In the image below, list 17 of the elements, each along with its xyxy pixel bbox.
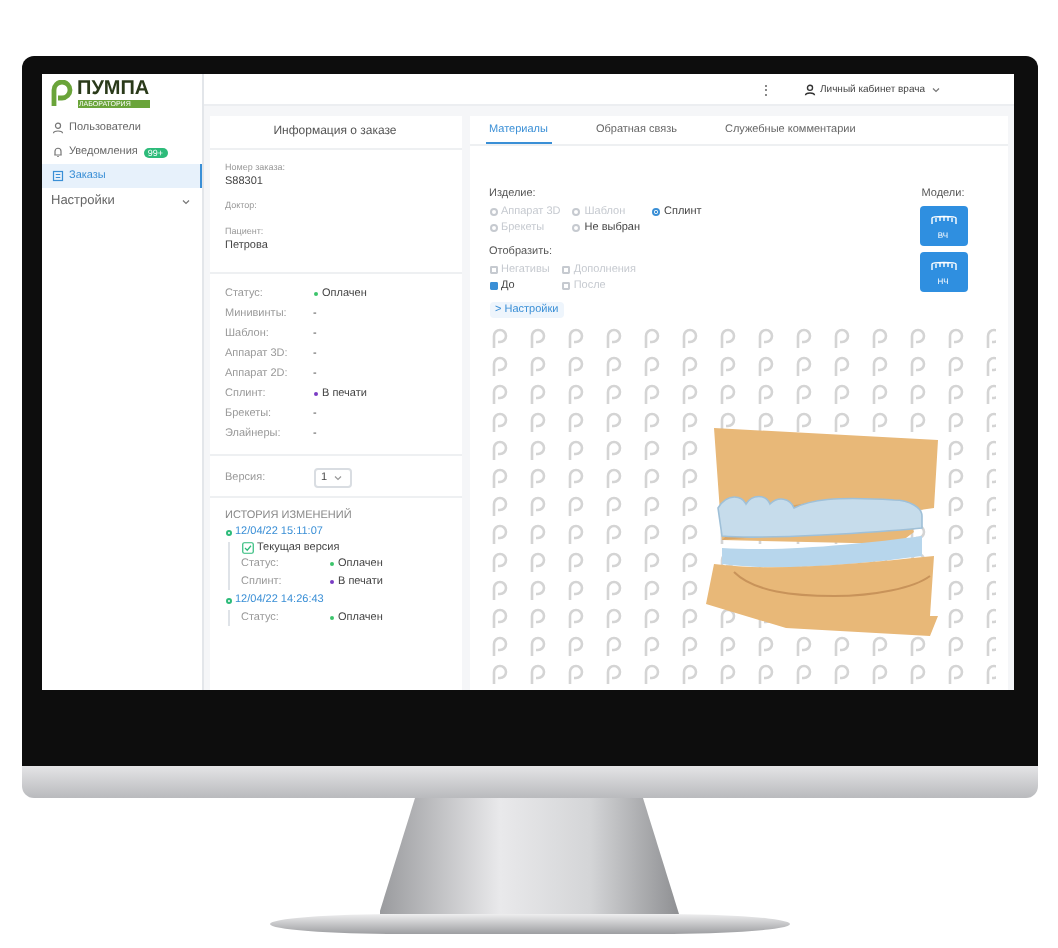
dental-arch-icon: [929, 213, 957, 225]
chevron-icon: [179, 195, 191, 207]
bell-icon: [51, 146, 63, 158]
checkbox[interactable]: [489, 282, 497, 290]
chevron-icon: [331, 472, 344, 484]
dental-arch-icon: [929, 259, 957, 271]
logo-text: ПУМПА: [77, 80, 150, 100]
list-icon: [51, 170, 63, 182]
timeline-dot: [225, 529, 231, 535]
radio-button[interactable]: [652, 208, 661, 216]
user-icon: [51, 122, 63, 134]
timeline-dot: [225, 597, 231, 603]
chevron-icon: [929, 83, 941, 95]
user-icon: [804, 83, 816, 95]
check-icon: [241, 542, 253, 554]
logo-icon: [49, 80, 73, 108]
radio-button[interactable]: [572, 224, 581, 232]
